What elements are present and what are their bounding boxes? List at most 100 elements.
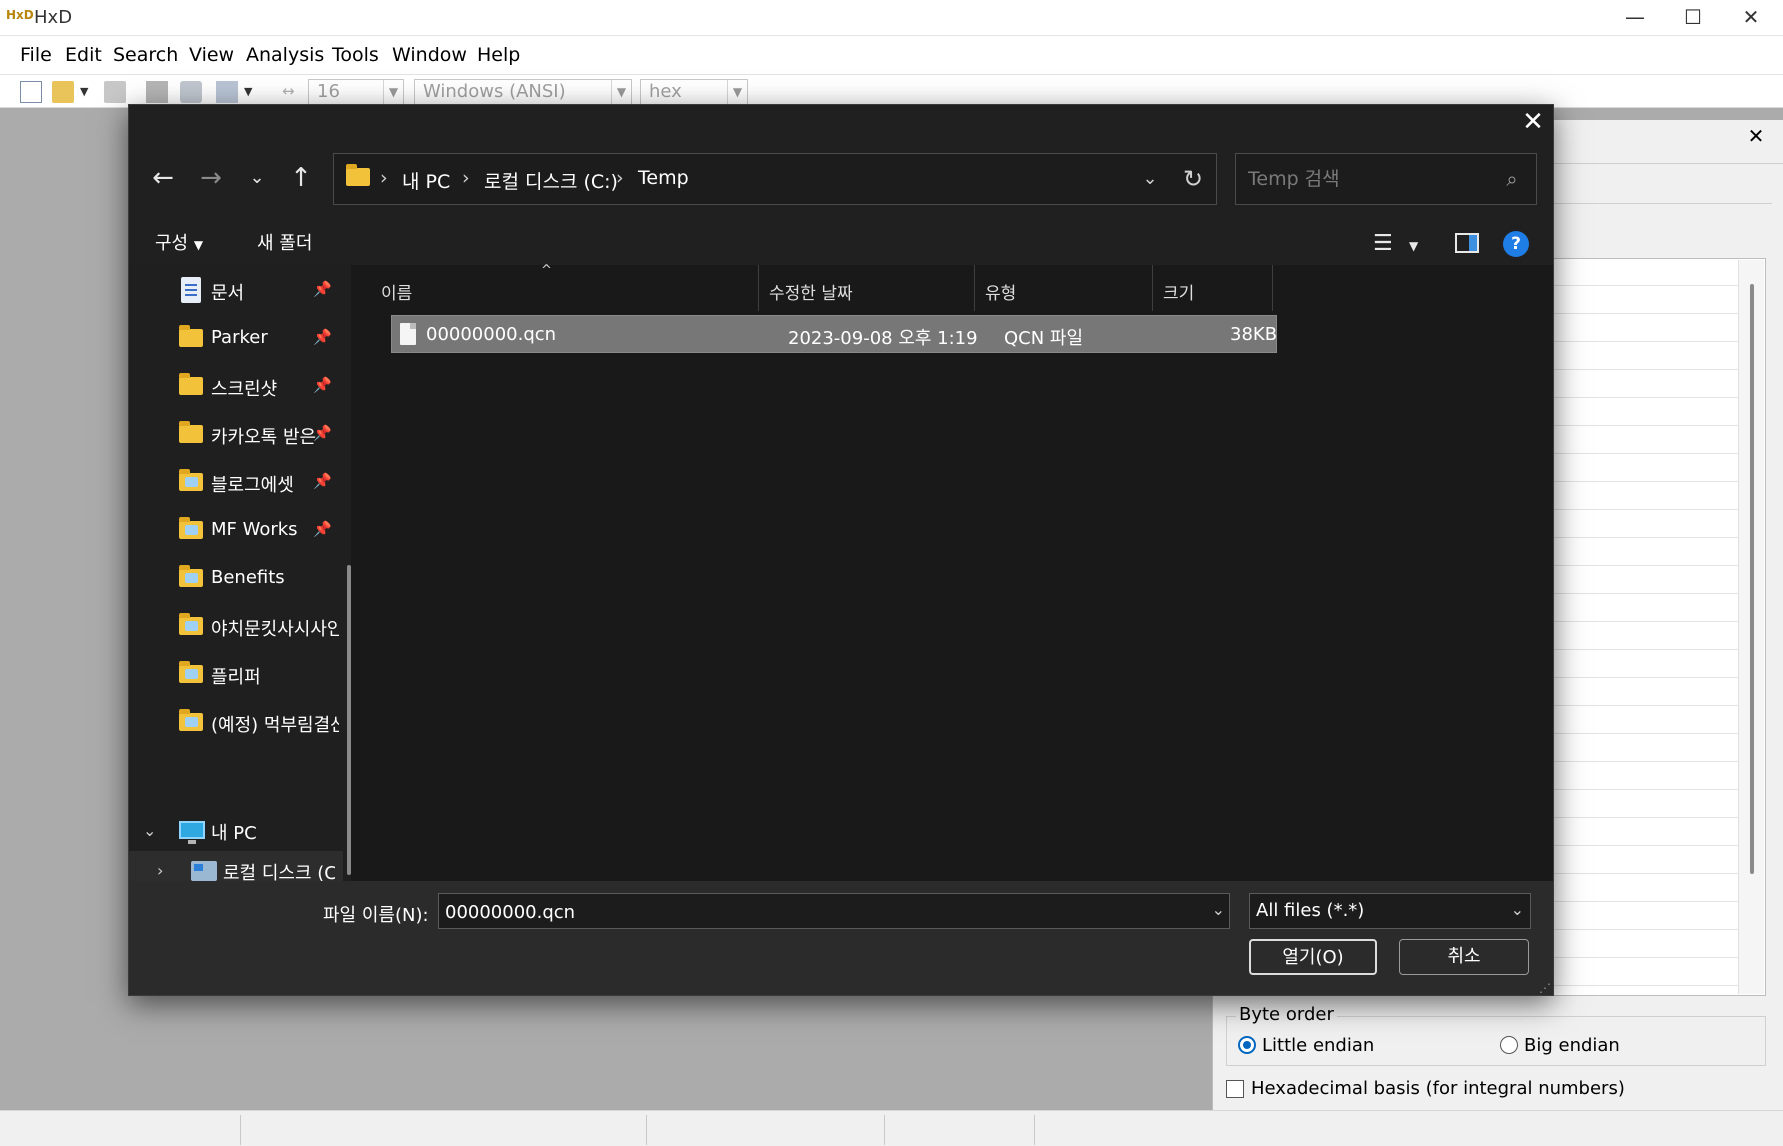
recent-locations-chevron-icon[interactable]: ⌄ (239, 161, 275, 197)
big-endian-radio[interactable] (1500, 1036, 1518, 1054)
new-folder-button[interactable]: 새 폴더 (257, 229, 312, 255)
toolbar: ▼ ▼ ↔ 16 ▼ Windows (ANSI) ▼ hex ▼ (0, 74, 1783, 108)
menu-help[interactable]: Help (477, 44, 520, 66)
minimize-icon[interactable]: — (1606, 0, 1664, 36)
search-input[interactable] (1248, 167, 1488, 191)
column-modified-label: 수정한 날짜 (769, 284, 853, 304)
hex-basis-label[interactable]: Hexadecimal basis (for integral numbers) (1251, 1078, 1625, 1099)
file-tools-icon[interactable] (216, 81, 238, 103)
search-icon[interactable]: ⌕ (1498, 167, 1526, 193)
nav-item-label: 야치문킷사시사인 (211, 619, 339, 640)
breadcrumb-temp[interactable]: Temp (638, 167, 689, 189)
folder-icon (179, 421, 203, 443)
folder-image-icon (179, 517, 203, 539)
new-file-icon[interactable] (20, 81, 42, 103)
search-box[interactable]: ⌕ (1235, 153, 1537, 205)
file-name: 00000000.qcn (426, 324, 557, 345)
little-endian-radio[interactable] (1238, 1036, 1256, 1054)
menu-view[interactable]: View (189, 44, 234, 66)
chevron-down-icon[interactable]: ⌄ (143, 821, 156, 840)
address-dropdown-icon[interactable]: ⌄ (1136, 164, 1164, 194)
nav-item-parker[interactable]: Parker 📌 (129, 319, 341, 359)
column-header-name[interactable]: 이름 ^ (371, 263, 759, 311)
chevron-down-icon: ▼ (611, 80, 631, 104)
nav-item-flipper[interactable]: 플리퍼 (129, 655, 341, 695)
pin-icon: 📌 (313, 424, 332, 442)
menu-analysis[interactable]: Analysis (246, 44, 324, 66)
folder-image-icon (179, 661, 203, 683)
file-row-selected[interactable]: 00000000.qcn 2023-09-08 오후 1:19 QCN 파일 3… (391, 315, 1277, 353)
nav-item-benefits[interactable]: Benefits (129, 559, 341, 599)
little-endian-label[interactable]: Little endian (1262, 1035, 1374, 1056)
nav-item-label: Benefits (211, 567, 285, 588)
big-endian-label[interactable]: Big endian (1524, 1035, 1620, 1056)
chevron-down-icon: ▼ (727, 80, 747, 104)
columns-icon: ↔ (282, 82, 295, 100)
window-title: HxD (34, 7, 73, 28)
chevron-down-icon: ▼ (193, 238, 204, 252)
view-options-icon[interactable]: ☰ (1373, 231, 1393, 256)
column-header-size[interactable]: 크기 (1153, 265, 1273, 311)
bytes-per-row-select[interactable]: 16 ▼ (308, 79, 404, 105)
menu-window[interactable]: Window (392, 44, 467, 66)
folder-image-icon (179, 469, 203, 491)
forward-arrow-icon[interactable]: → (193, 161, 229, 197)
close-icon[interactable]: ✕ (1722, 0, 1780, 36)
address-bar[interactable]: › 내 PC › 로컬 디스크 (C:) › Temp ⌄ ↻ (333, 153, 1217, 205)
scrollbar-thumb[interactable] (1750, 284, 1754, 874)
folder-icon (179, 373, 203, 395)
maximize-icon[interactable]: ☐ (1664, 0, 1722, 36)
chevron-down-icon: ▼ (383, 80, 403, 104)
inspector-scrollbar[interactable] (1738, 260, 1764, 994)
breadcrumb-local-disk[interactable]: 로컬 디스크 (C:) (484, 167, 618, 194)
offset-base-select[interactable]: hex ▼ (640, 79, 748, 105)
document-icon (181, 277, 201, 303)
up-arrow-icon[interactable]: ↑ (283, 161, 319, 197)
chevron-down-icon[interactable]: ⌄ (1212, 900, 1225, 919)
menu-search[interactable]: Search (113, 44, 178, 66)
disk-editor-icon[interactable] (146, 81, 168, 103)
refresh-icon[interactable]: ↻ (1176, 164, 1210, 194)
nav-item-folder-8[interactable]: 야치문킷사시사인 (129, 607, 341, 647)
column-header-modified[interactable]: 수정한 날짜 (759, 265, 975, 311)
dialog-close-icon[interactable]: ✕ (1513, 105, 1553, 141)
folder-image-icon (179, 565, 203, 587)
file-type-filter[interactable]: All files (*.*) ⌄ (1249, 893, 1531, 929)
cancel-button[interactable]: 취소 (1399, 939, 1529, 975)
filename-field[interactable]: ⌄ (438, 893, 1230, 929)
open-file-icon[interactable] (52, 81, 74, 103)
column-header-type[interactable]: 유형 (975, 265, 1153, 311)
charset-select[interactable]: Windows (ANSI) ▼ (414, 79, 632, 105)
open-button[interactable]: 열기(O) (1249, 939, 1377, 975)
menu-file[interactable]: File (20, 44, 52, 66)
nav-item-documents[interactable]: 문서 📌 (129, 271, 341, 311)
ram-editor-icon[interactable] (180, 81, 202, 103)
filename-label: 파일 이름(N): (323, 905, 429, 926)
open-dropdown-icon[interactable]: ▼ (80, 85, 92, 107)
nav-item-folder-10[interactable]: (예정) 먹부림결산 (129, 703, 341, 743)
organize-button[interactable]: 구성 ▼ (155, 229, 203, 255)
resize-grip-icon[interactable]: ⋰ (1539, 981, 1551, 995)
view-dropdown-icon[interactable]: ▼ (1409, 239, 1418, 253)
pin-icon: 📌 (313, 280, 332, 298)
filename-input[interactable] (445, 899, 1185, 925)
save-icon[interactable] (104, 81, 126, 103)
nav-item-screenshots[interactable]: 스크린샷 📌 (129, 367, 341, 407)
inspector-close-icon[interactable]: ✕ (1744, 124, 1768, 148)
hex-basis-checkbox[interactable] (1226, 1080, 1244, 1098)
nav-item-this-pc[interactable]: ⌄ 내 PC (129, 811, 343, 851)
preview-pane-icon[interactable] (1455, 233, 1479, 253)
menu-tools[interactable]: Tools (332, 44, 379, 66)
chevron-right-icon[interactable]: › (157, 861, 163, 880)
menu-edit[interactable]: Edit (65, 44, 102, 66)
nav-item-blog-assets[interactable]: 블로그에셋 📌 (129, 463, 341, 503)
back-arrow-icon[interactable]: ← (145, 161, 181, 197)
folder-icon (346, 164, 370, 186)
breadcrumb-this-pc[interactable]: 내 PC (402, 167, 450, 194)
file-type-filter-value: All files (*.*) (1256, 900, 1365, 921)
nav-item-kakaotalk[interactable]: 카카오톡 받은 📌 (129, 415, 341, 455)
help-icon[interactable]: ? (1503, 231, 1529, 257)
breadcrumb-separator-icon: › (380, 167, 388, 189)
nav-item-mf-works[interactable]: MF Works 📌 (129, 511, 341, 551)
file-list: 이름 ^ 수정한 날짜 유형 크기 (351, 263, 1553, 897)
